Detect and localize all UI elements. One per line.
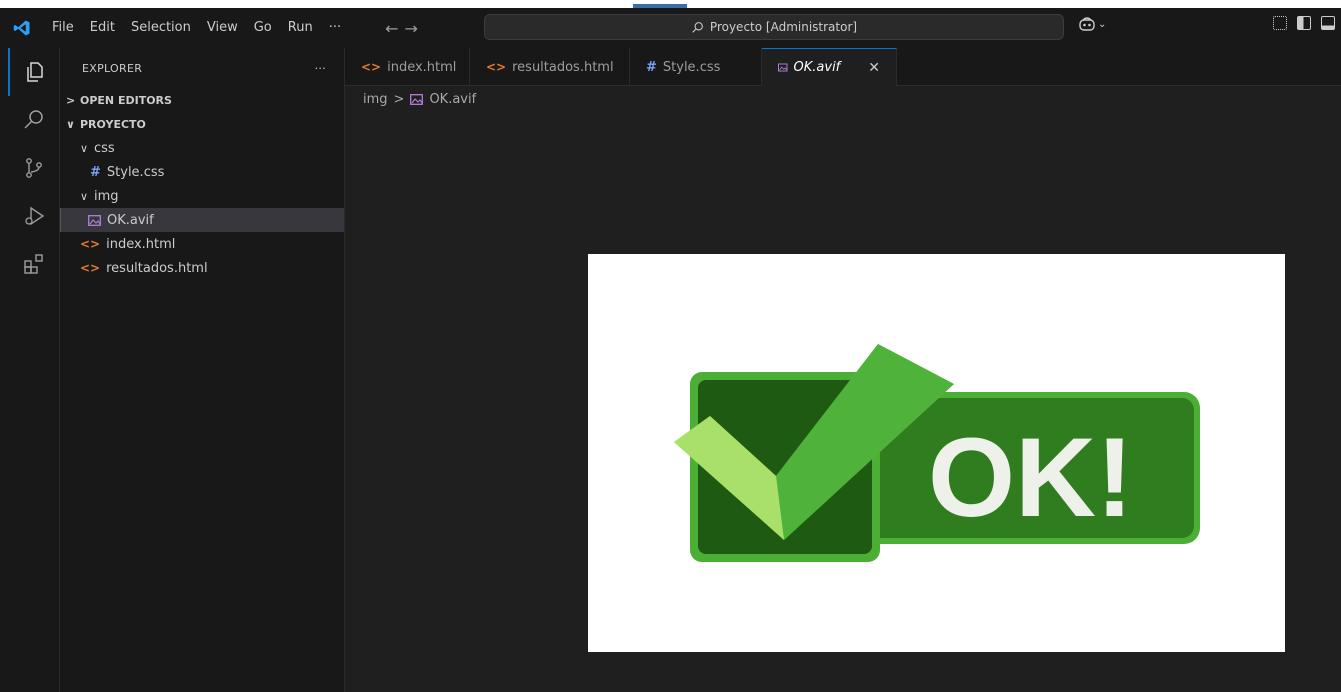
explorer-icon[interactable]	[8, 48, 60, 96]
more-actions-icon[interactable]: ···	[315, 62, 326, 75]
breadcrumb-file[interactable]: OK.avif	[429, 92, 476, 107]
chevron-down-icon: ∨	[80, 189, 89, 203]
command-center-search[interactable]: Proyecto [Administrator]	[484, 14, 1064, 40]
menu-run[interactable]: Run	[280, 8, 321, 48]
forward-arrow-icon[interactable]: →	[405, 19, 418, 38]
image-preview-editor: OK!	[345, 112, 1341, 692]
toggle-sidebar-icon[interactable]	[1297, 16, 1311, 30]
explorer-header: EXPLORER ···	[60, 48, 344, 88]
image-file-icon	[410, 93, 424, 105]
html-file-icon: <>	[361, 60, 382, 74]
folder-label: css	[94, 140, 115, 156]
tab-index-html[interactable]: <> index.html	[345, 48, 470, 86]
breadcrumb-folder[interactable]: img	[363, 92, 388, 107]
ok-image: OK!	[588, 254, 1285, 652]
file-label: OK.avif	[107, 212, 154, 228]
tree-file-index-html[interactable]: <> index.html	[60, 232, 344, 256]
menu-edit[interactable]: Edit	[82, 8, 123, 48]
menu-file[interactable]: File	[44, 8, 82, 48]
editor-tabs: <> index.html <> resultados.html # Style…	[345, 48, 1341, 86]
tab-label: OK.avif	[793, 60, 841, 75]
tree-file-resultados-html[interactable]: <> resultados.html	[60, 256, 344, 280]
tab-label: resultados.html	[512, 59, 614, 75]
html-file-icon: <>	[80, 261, 101, 275]
menu-go[interactable]: Go	[246, 8, 280, 48]
activity-bar	[8, 48, 60, 692]
html-file-icon: <>	[80, 237, 101, 251]
file-label: resultados.html	[106, 260, 208, 276]
explorer-sidebar: EXPLORER ··· > OPEN EDITORS ∨ PROYECTO ∨…	[60, 48, 345, 692]
tree-folder-css[interactable]: ∨ css	[60, 136, 344, 160]
tab-label: index.html	[387, 59, 457, 75]
chevron-right-icon: >	[66, 93, 76, 107]
tree-file-style-css[interactable]: # Style.css	[60, 160, 344, 184]
css-file-icon: #	[90, 164, 101, 180]
tree-folder-img[interactable]: ∨ img	[60, 184, 344, 208]
source-control-icon[interactable]	[8, 144, 60, 192]
image-file-icon	[778, 63, 788, 72]
window-left-edge	[0, 48, 8, 692]
copilot-icon[interactable]: ⌄	[1078, 16, 1106, 32]
project-section[interactable]: ∨ PROYECTO	[60, 112, 344, 136]
open-editors-label: OPEN EDITORS	[80, 93, 172, 107]
open-editors-section[interactable]: > OPEN EDITORS	[60, 88, 344, 112]
toggle-panel-icon[interactable]	[1321, 16, 1335, 30]
layout-controls	[1273, 16, 1341, 30]
title-bar: File Edit Selection View Go Run ··· ← → …	[0, 8, 1341, 48]
extensions-icon[interactable]	[8, 240, 60, 288]
search-icon[interactable]	[8, 96, 60, 144]
html-file-icon: <>	[486, 60, 507, 74]
nav-arrows: ← →	[385, 19, 418, 38]
project-label: PROYECTO	[80, 117, 146, 131]
folder-label: img	[94, 188, 119, 204]
ok-text: OK!	[928, 415, 1133, 540]
window-top-strip	[0, 0, 1341, 8]
tab-style-css[interactable]: # Style.css	[630, 48, 762, 86]
run-debug-icon[interactable]	[8, 192, 60, 240]
customize-layout-icon[interactable]	[1273, 16, 1287, 30]
file-label: index.html	[106, 236, 176, 252]
chevron-down-icon: ∨	[80, 141, 89, 155]
search-icon	[692, 21, 703, 33]
css-file-icon: #	[646, 59, 657, 75]
tab-ok-avif[interactable]: OK.avif ✕	[762, 48, 897, 86]
menu-more[interactable]: ···	[321, 8, 349, 48]
menu-view[interactable]: View	[199, 8, 246, 48]
chevron-down-icon: ⌄	[1098, 18, 1107, 30]
breadcrumb: img > OK.avif	[345, 86, 476, 112]
tab-resultados-html[interactable]: <> resultados.html	[470, 48, 630, 86]
tree-file-ok-avif[interactable]: OK.avif	[60, 208, 344, 232]
image-file-icon	[88, 214, 101, 226]
close-icon[interactable]: ✕	[868, 60, 880, 76]
vscode-logo-icon	[0, 8, 44, 48]
chevron-right-icon: >	[393, 91, 405, 107]
search-text: Proyecto [Administrator]	[709, 20, 858, 34]
explorer-title: EXPLORER	[82, 61, 143, 75]
menu-bar: File Edit Selection View Go Run ···	[44, 8, 349, 48]
chevron-down-icon: ∨	[66, 117, 75, 131]
menu-selection[interactable]: Selection	[123, 8, 199, 48]
tab-label: Style.css	[662, 59, 721, 75]
file-label: Style.css	[106, 164, 165, 180]
back-arrow-icon[interactable]: ←	[385, 19, 398, 38]
